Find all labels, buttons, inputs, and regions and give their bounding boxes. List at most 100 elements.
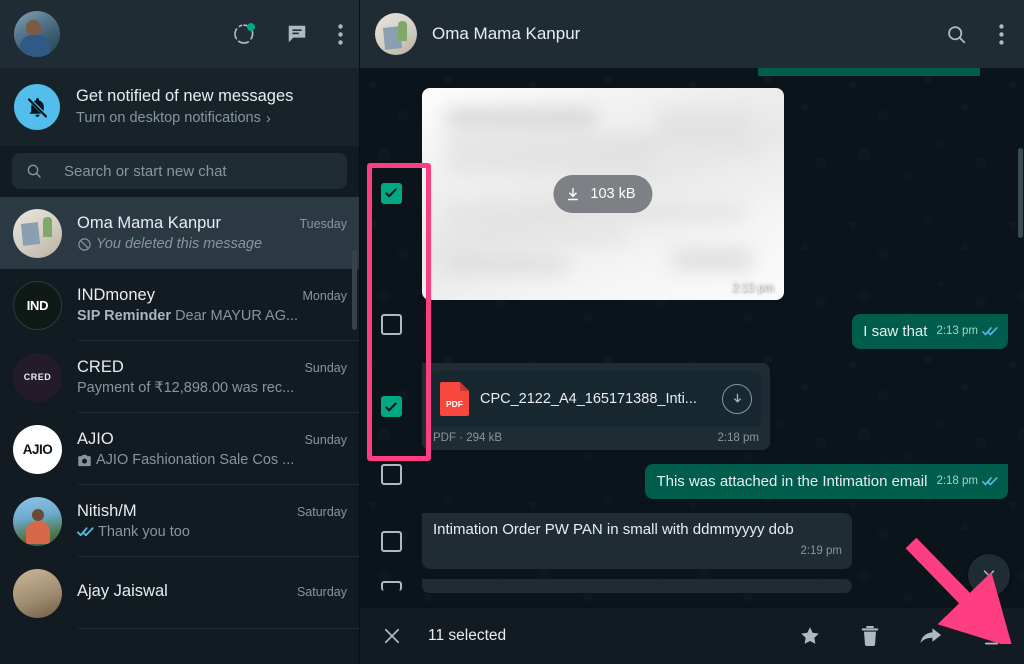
trash-icon[interactable] [860,625,880,647]
message-checkbox-checked[interactable] [381,183,402,204]
chat-item-body: CRED Sunday Payment of ₹12,898.00 was re… [77,358,347,396]
chat-item-preview: SIP Reminder Dear MAYUR AG... [77,308,298,324]
message-row-image[interactable]: 103 kB 2:13 pm [360,86,1024,300]
chat-list-item-ajay-jaiswal[interactable]: Ajay Jaiswal Saturday [0,557,359,629]
contact-avatar[interactable] [375,13,417,55]
chat-list-panel: Get notified of new messages Turn on des… [0,0,360,664]
chat-item-preview: You deleted this message [96,236,262,252]
chat-item-name: CRED [77,358,124,377]
chat-list-item-oma-mama-kanpur[interactable]: Oma Mama Kanpur Tuesday You deleted this… [0,197,359,269]
chat-list-item-cred[interactable]: CRED CRED Sunday Payment of ₹12,898.00 w… [0,341,359,413]
chat-item-preview-row: SIP Reminder Dear MAYUR AG... [77,308,347,324]
chat-item-body: Nitish/M Saturday Thank you too [77,502,347,540]
chat-item-time: Saturday [289,505,347,519]
chat-item-top-row: AJIO Sunday [77,430,347,449]
message-checkbox-unchecked[interactable] [381,314,402,335]
read-ticks-icon [982,476,998,487]
chat-item-time: Sunday [297,361,347,375]
selection-checkbox-cell [360,86,422,300]
image-size-label: 103 kB [590,186,635,202]
message-timestamp: 2:19 pm [800,541,842,561]
message-row-i-saw-that[interactable]: I saw that 2:13 pm [360,314,1024,349]
image-attachment-bubble[interactable]: 103 kB 2:13 pm [422,88,784,300]
download-icon[interactable] [981,626,1002,647]
avatar: CRED [13,353,62,402]
star-icon[interactable] [799,625,821,647]
chevron-right-icon: › [266,109,271,128]
selection-checkbox-cell [360,513,422,569]
new-chat-icon[interactable] [286,23,308,45]
chat-item-name: Ajay Jaiswal [77,582,168,601]
document-download-button[interactable] [722,384,752,414]
chat-item-preview: Thank you too [98,524,190,540]
read-ticks-icon [77,526,94,538]
chat-list[interactable]: Oma Mama Kanpur Tuesday You deleted this… [0,197,359,664]
outgoing-text-bubble[interactable]: This was attached in the Intimation emai… [645,464,1008,499]
chat-item-preview-bold: SIP Reminder [77,308,171,324]
chat-item-time: Sunday [297,433,347,447]
message-row-pdf[interactable]: PDF CPC_2122_A4_165171388_Inti... [360,363,1024,450]
message-text: I saw that [863,322,927,342]
forward-icon[interactable] [919,626,942,646]
message-row-intimation-email[interactable]: This was attached in the Intimation emai… [360,464,1024,499]
incoming-text-bubble[interactable]: Intimation Order PW PAN in small with dd… [422,513,852,569]
avatar [13,497,62,546]
message-checkbox-checked[interactable] [381,396,402,417]
chat-list-item-ajio[interactable]: AJIO AJIO Sunday AJIO F [0,413,359,485]
status-ring-icon[interactable] [232,22,256,46]
message-list[interactable]: 103 kB 2:13 pm I saw that 2:13 pm [360,68,1024,608]
search-icon[interactable] [946,24,967,45]
message-checkbox-unchecked[interactable] [381,464,402,485]
message-scroll-container: 103 kB 2:13 pm I saw that 2:13 pm [360,68,1024,608]
avatar: IND [13,281,62,330]
message-timestamp: 2:13 pm [936,321,978,341]
message-meta: 2:18 pm [936,471,998,492]
partial-outgoing-bubble [758,68,980,76]
message-row-intimation-order[interactable]: Intimation Order PW PAN in small with dd… [360,513,1024,569]
document-file-name: CPC_2122_A4_165171388_Inti... [480,391,711,407]
search-icon [26,163,42,179]
message-checkbox-unchecked[interactable] [381,531,402,552]
left-header-actions [232,22,343,46]
message-list-scrollbar[interactable] [1018,148,1023,238]
conversation-header-actions [946,24,1004,45]
message-text: Intimation Order PW PAN in small with dd… [433,520,842,540]
selection-checkbox-cell [360,579,422,593]
chat-item-preview: Payment of ₹12,898.00 was rec... [77,380,294,396]
message-row-partial-below[interactable] [360,579,1024,593]
scroll-to-bottom-button[interactable] [968,554,1010,596]
document-type-size: PDF · 294 kB [433,432,502,444]
chat-item-top-row: CRED Sunday [77,358,347,377]
image-download-button[interactable]: 103 kB [553,175,652,213]
chat-item-body: INDmoney Monday SIP Reminder Dear MAYUR … [77,286,347,324]
document-attachment-bubble[interactable]: PDF CPC_2122_A4_165171388_Inti... [422,363,770,450]
conversation-header: Oma Mama Kanpur [360,0,1024,68]
blocked-icon [77,237,92,252]
chat-item-preview-row: Payment of ₹12,898.00 was rec... [77,380,347,396]
chat-item-time: Saturday [289,585,347,599]
avatar-label: CRED [24,372,52,382]
desktop-notifications-banner[interactable]: Get notified of new messages Turn on des… [0,68,359,146]
chat-item-top-row: Oma Mama Kanpur Tuesday [77,214,347,233]
selection-checkbox-cell [360,314,422,335]
notification-banner-title: Get notified of new messages [76,86,293,107]
menu-icon[interactable] [999,24,1004,45]
pdf-file-icon: PDF [440,382,469,416]
chat-item-preview-row: Thank you too [77,524,347,540]
bell-muted-icon [14,84,60,130]
menu-icon[interactable] [338,24,343,45]
close-icon[interactable] [382,626,402,646]
chat-item-body: Oma Mama Kanpur Tuesday You deleted this… [77,214,347,252]
chat-list-item-nitish-m[interactable]: Nitish/M Saturday Thank you too [0,485,359,557]
outgoing-text-bubble[interactable]: I saw that 2:13 pm [852,314,1008,349]
search-input[interactable]: Search or start new chat [12,153,347,189]
chat-list-item-indmoney[interactable]: IND INDmoney Monday SIP Reminder Dear MA… [0,269,359,341]
my-profile-avatar[interactable] [14,11,60,57]
message-checkbox-unchecked[interactable] [381,581,402,591]
message-text: This was attached in the Intimation emai… [656,472,927,492]
selection-action-bar: 11 selected [360,608,1024,664]
notification-banner-subtitle: Turn on desktop notifications › [76,109,293,128]
partial-message-above [360,68,1024,80]
left-panel-header [0,0,359,68]
chat-list-scrollbar[interactable] [352,250,357,330]
